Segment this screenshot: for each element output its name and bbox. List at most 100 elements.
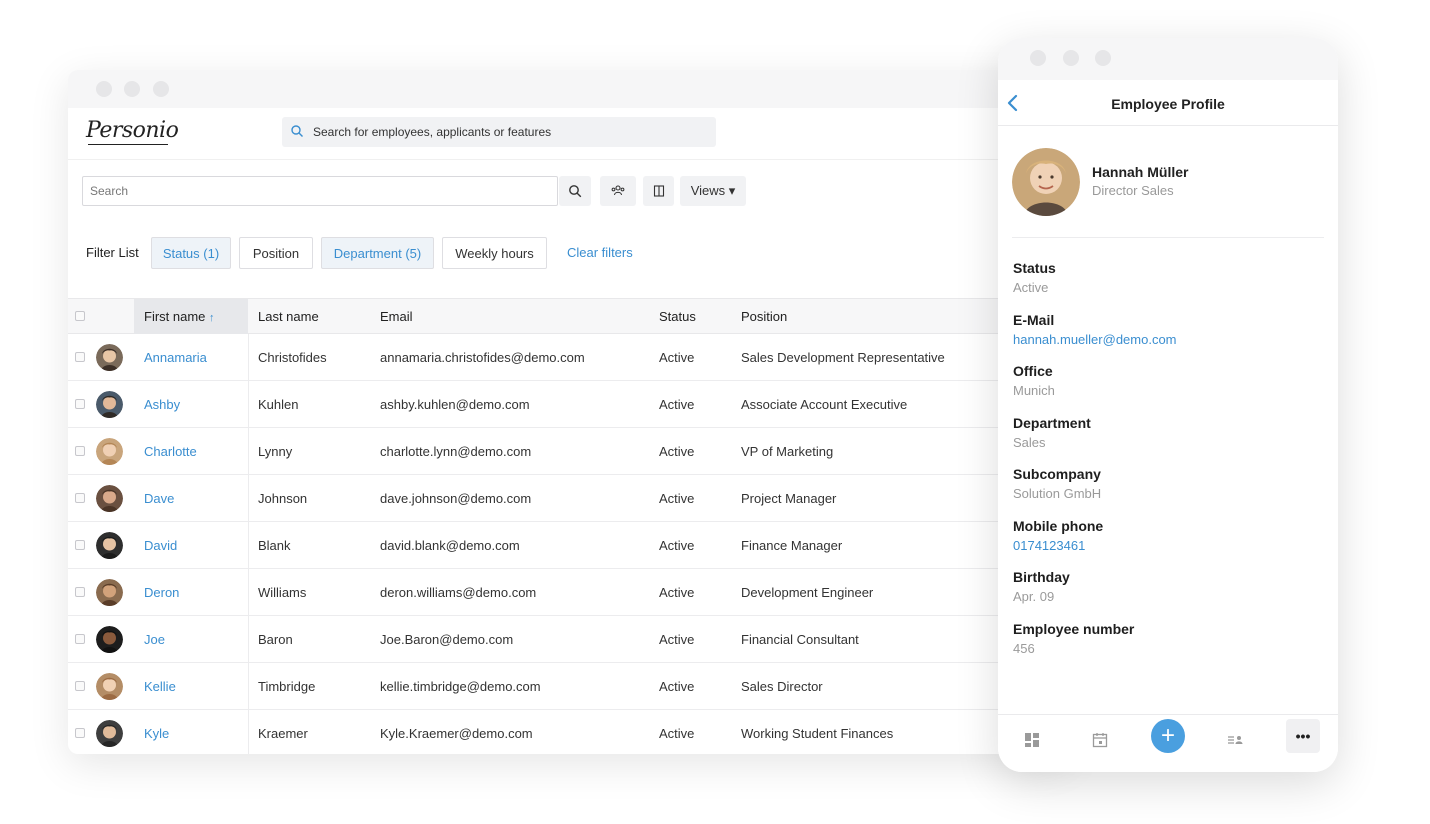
- table-row[interactable]: Joe Baron Joe.Baron@demo.com Active Fina…: [68, 616, 1068, 663]
- email-cell: dave.johnson@demo.com: [380, 491, 532, 506]
- filter-chip-position[interactable]: Position: [239, 237, 313, 269]
- window-dot: [1030, 50, 1046, 66]
- last-name-cell: Timbridge: [258, 679, 316, 694]
- column-position[interactable]: Position: [741, 309, 787, 324]
- first-name-link[interactable]: Dave: [144, 491, 174, 506]
- column-first-name[interactable]: First name ↑: [144, 309, 215, 324]
- field-value[interactable]: 0174123461: [1013, 538, 1323, 553]
- row-checkbox[interactable]: [75, 493, 85, 503]
- row-checkbox[interactable]: [75, 728, 85, 738]
- search-button[interactable]: [559, 176, 591, 206]
- first-name-link[interactable]: Deron: [144, 585, 179, 600]
- more-button[interactable]: •••: [1286, 719, 1320, 753]
- avatar: [96, 720, 123, 747]
- first-name-link[interactable]: Kyle: [144, 726, 169, 741]
- table-row[interactable]: Kellie Timbridge kellie.timbridge@demo.c…: [68, 663, 1068, 710]
- list-search[interactable]: [82, 176, 558, 206]
- last-name-cell: Kraemer: [258, 726, 308, 741]
- window-dot: [1063, 50, 1079, 66]
- status-cell: Active: [659, 632, 695, 647]
- clear-filters-link[interactable]: Clear filters: [567, 245, 633, 260]
- first-name-link[interactable]: Kellie: [144, 679, 176, 694]
- column-separator: [248, 663, 249, 709]
- window-dot: [1095, 50, 1111, 66]
- mobile-title: Employee Profile: [1111, 96, 1225, 112]
- table-row[interactable]: Ashby Kuhlen ashby.kuhlen@demo.com Activ…: [68, 381, 1068, 428]
- sort-asc-icon: ↑: [209, 312, 215, 324]
- email-cell: deron.williams@demo.com: [380, 585, 537, 600]
- mobile-window: Employee Profile Hannah Müller Director …: [998, 38, 1338, 772]
- last-name-cell: Johnson: [258, 491, 308, 506]
- field-label: Mobile phone: [1013, 517, 1104, 534]
- list-toolbar: Views ▾: [82, 176, 1068, 208]
- avatar: [96, 673, 123, 700]
- profile-field: Status Active: [1013, 260, 1323, 312]
- views-dropdown[interactable]: Views ▾: [680, 176, 746, 206]
- first-name-link[interactable]: Ashby: [144, 397, 180, 412]
- column-email[interactable]: Email: [380, 309, 413, 324]
- field-label: E-Mail: [1013, 311, 1055, 328]
- first-name-link[interactable]: Annamaria: [144, 350, 207, 365]
- top-bar: Personio Search for employees, applicant…: [68, 108, 1068, 160]
- profile-field: Office Munich: [1013, 363, 1323, 415]
- row-checkbox[interactable]: [75, 634, 85, 644]
- personio-logo[interactable]: Personio: [86, 118, 179, 143]
- avatar: [96, 344, 123, 371]
- calendar-icon: [1092, 733, 1108, 748]
- row-checkbox[interactable]: [75, 587, 85, 597]
- status-cell: Active: [659, 491, 695, 506]
- profile-card: Hannah Müller Director Sales: [1012, 126, 1324, 238]
- field-value: Munich: [1013, 383, 1055, 398]
- employee-table: First name ↑ Last name Email Status Posi…: [68, 298, 1068, 754]
- window-dot: [124, 81, 140, 97]
- filter-list-label: Filter List: [86, 245, 139, 260]
- table-row[interactable]: Dave Johnson dave.johnson@demo.com Activ…: [68, 475, 1068, 522]
- first-name-link[interactable]: Charlotte: [144, 444, 197, 459]
- stage: Personio Search for employees, applicant…: [0, 0, 1430, 824]
- row-checkbox[interactable]: [75, 540, 85, 550]
- row-checkbox[interactable]: [75, 399, 85, 409]
- filter-chip-department[interactable]: Department (5): [321, 237, 434, 269]
- profile-field: Employee number 456: [1013, 621, 1323, 673]
- window-chrome: [68, 70, 1068, 108]
- tab-calendar[interactable]: [1083, 723, 1117, 757]
- group-button[interactable]: [600, 176, 636, 206]
- field-value: Sales: [1013, 434, 1046, 450]
- filter-chip-weekly-hours[interactable]: Weekly hours: [442, 237, 547, 269]
- avatar: [1012, 148, 1080, 216]
- table-row[interactable]: Kyle Kraemer Kyle.Kraemer@demo.com Activ…: [68, 710, 1068, 754]
- logo-underline: [88, 144, 168, 145]
- position-cell: VP of Marketing: [741, 444, 834, 459]
- position-cell: Financial Consultant: [741, 632, 859, 647]
- last-name-cell: Baron: [258, 632, 293, 647]
- tab-directory[interactable]: [1218, 723, 1252, 757]
- row-checkbox[interactable]: [75, 352, 85, 362]
- profile-fields: Status Active E-Mail hannah.mueller@demo…: [1013, 260, 1323, 672]
- global-search[interactable]: Search for employees, applicants or feat…: [282, 117, 716, 147]
- column-last-name[interactable]: Last name: [258, 309, 319, 324]
- row-checkbox[interactable]: [75, 446, 85, 456]
- table-row[interactable]: Charlotte Lynny charlotte.lynn@demo.com …: [68, 428, 1068, 475]
- first-name-link[interactable]: David: [144, 538, 177, 553]
- email-cell: ashby.kuhlen@demo.com: [380, 397, 530, 412]
- global-search-placeholder: Search for employees, applicants or feat…: [313, 125, 552, 139]
- search-icon: [569, 185, 582, 198]
- first-name-link[interactable]: Joe: [144, 632, 165, 647]
- email-cell: annamaria.christofides@demo.com: [380, 350, 585, 365]
- add-button[interactable]: +: [1151, 719, 1185, 753]
- row-checkbox[interactable]: [75, 681, 85, 691]
- table-row[interactable]: Annamaria Christofides annamaria.christo…: [68, 334, 1068, 381]
- table-row[interactable]: Deron Williams deron.williams@demo.com A…: [68, 569, 1068, 616]
- field-value[interactable]: hannah.mueller@demo.com: [1013, 332, 1323, 347]
- select-all-checkbox[interactable]: [75, 311, 85, 321]
- list-search-input[interactable]: [83, 177, 557, 205]
- column-status[interactable]: Status: [659, 309, 696, 324]
- filter-chip-status[interactable]: Status (1): [151, 237, 231, 269]
- column-separator: [248, 616, 249, 662]
- search-icon: [291, 125, 303, 137]
- table-row[interactable]: David Blank david.blank@demo.com Active …: [68, 522, 1068, 569]
- tab-dashboard[interactable]: [1015, 723, 1049, 757]
- last-name-cell: Williams: [258, 585, 307, 600]
- columns-icon: [653, 185, 664, 197]
- columns-button[interactable]: [643, 176, 674, 206]
